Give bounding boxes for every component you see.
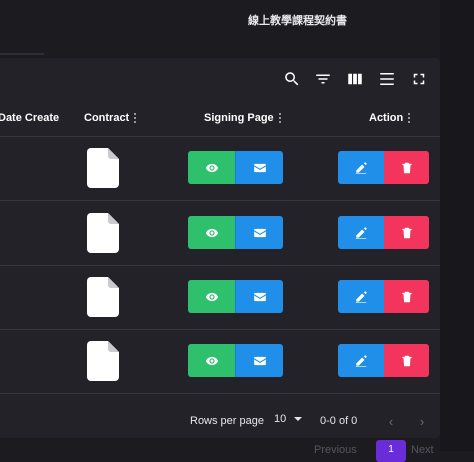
envelope-icon — [253, 163, 266, 172]
view-button[interactable] — [188, 151, 235, 184]
eye-icon — [205, 228, 218, 237]
previous-button[interactable]: Previous — [314, 444, 357, 456]
caret-down-icon — [294, 417, 303, 421]
edit-icon — [355, 290, 367, 303]
envelope-icon — [253, 228, 266, 237]
column-menu-icon[interactable] — [408, 113, 411, 123]
view-button[interactable] — [188, 216, 235, 249]
envelope-icon — [253, 356, 266, 365]
table-row — [0, 136, 440, 201]
edit-icon — [355, 226, 367, 239]
columns-icon[interactable] — [344, 68, 366, 90]
pagination-range: 0-0 of 0 — [320, 415, 358, 427]
column-header-signing-page[interactable]: Signing Page — [204, 112, 281, 124]
trash-icon — [401, 162, 412, 173]
trash-icon — [401, 291, 412, 302]
next-button[interactable]: Next — [411, 444, 434, 456]
fullscreen-icon[interactable] — [408, 68, 430, 90]
signing-button-group — [188, 280, 283, 313]
eye-icon — [205, 356, 218, 365]
column-menu-icon[interactable] — [278, 113, 281, 123]
view-button[interactable] — [188, 280, 235, 313]
edit-button[interactable] — [338, 216, 384, 249]
next-page-icon[interactable]: › — [414, 413, 430, 429]
delete-button[interactable] — [384, 280, 429, 313]
file-icon[interactable] — [87, 341, 119, 381]
send-mail-button[interactable] — [235, 344, 283, 377]
table-row — [0, 329, 440, 394]
delete-button[interactable] — [384, 216, 429, 249]
density-icon[interactable] — [376, 68, 398, 90]
edit-button[interactable] — [338, 151, 384, 184]
send-mail-button[interactable] — [235, 216, 283, 249]
action-button-group — [338, 344, 429, 377]
column-header-date-create[interactable]: Date Create — [0, 112, 59, 124]
column-header-action[interactable]: Action — [369, 112, 411, 124]
trash-icon — [401, 227, 412, 238]
file-icon[interactable] — [87, 213, 119, 253]
trash-icon — [401, 355, 412, 366]
edit-button[interactable] — [338, 280, 384, 313]
topbar-divider — [0, 53, 44, 55]
table-row — [0, 265, 440, 330]
column-header-contract[interactable]: Contract — [84, 112, 137, 124]
delete-button[interactable] — [384, 151, 429, 184]
rows-per-page-select[interactable]: 10 — [274, 413, 303, 425]
filter-icon[interactable] — [312, 68, 334, 90]
previous-page-icon[interactable]: ‹ — [383, 413, 399, 429]
action-button-group — [338, 216, 429, 249]
view-button[interactable] — [188, 344, 235, 377]
file-icon[interactable] — [87, 277, 119, 317]
table-header-row: Date Create Contract Signing Page Action — [0, 104, 440, 137]
edit-icon — [355, 161, 367, 174]
table-footer: Rows per page 10 0-0 of 0 ‹ › — [0, 404, 440, 438]
pagination-bar: Previous 1 Next — [0, 440, 474, 462]
eye-icon — [205, 292, 218, 301]
send-mail-button[interactable] — [235, 280, 283, 313]
action-button-group — [338, 151, 429, 184]
table-row — [0, 201, 440, 266]
edit-button[interactable] — [338, 344, 384, 377]
send-mail-button[interactable] — [235, 151, 283, 184]
rows-per-page-label: Rows per page — [190, 415, 264, 427]
signing-button-group — [188, 216, 283, 249]
right-edge-strip — [440, 0, 474, 451]
file-icon[interactable] — [87, 148, 119, 188]
page-title: 線上教學課程契約書 — [248, 14, 347, 27]
page-button-active[interactable]: 1 — [376, 440, 406, 462]
edit-icon — [355, 354, 367, 367]
search-icon[interactable] — [281, 68, 303, 90]
delete-button[interactable] — [384, 344, 429, 377]
column-menu-icon[interactable] — [134, 113, 137, 123]
signing-button-group — [188, 344, 283, 377]
envelope-icon — [253, 292, 266, 301]
signing-button-group — [188, 151, 283, 184]
action-button-group — [338, 280, 429, 313]
eye-icon — [205, 163, 218, 172]
